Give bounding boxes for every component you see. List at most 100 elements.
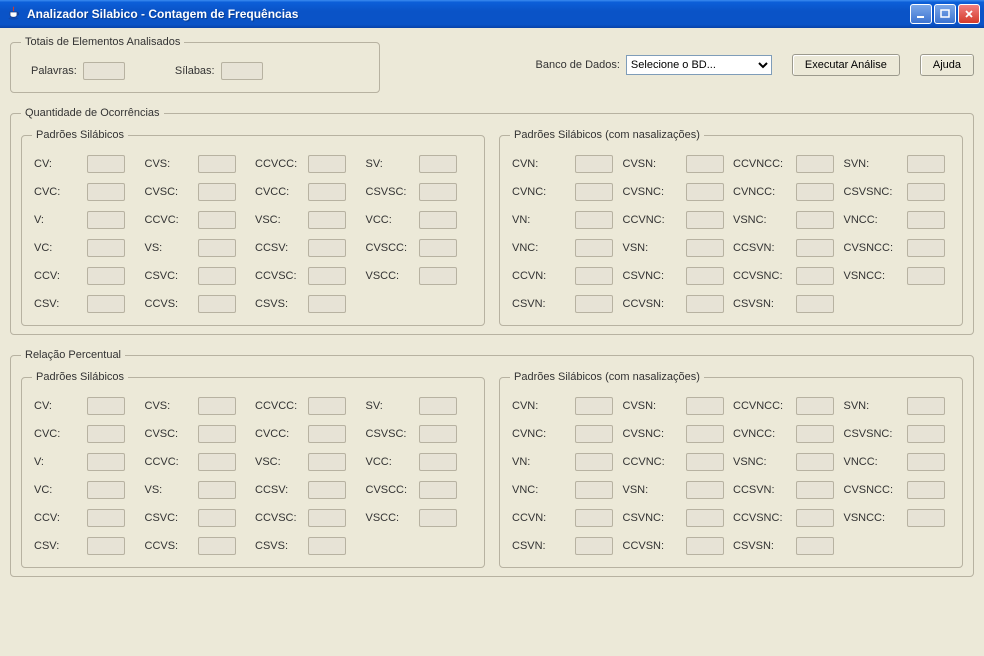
rel-patterns-panel: Padrões Silábicos CV:CVS:CCVCC:SV:CVC:CV…: [21, 371, 485, 568]
pattern-value: [87, 211, 125, 229]
pattern-label: CCVN:: [512, 512, 570, 524]
pattern-value: [686, 155, 724, 173]
pattern-label: VNCC:: [844, 456, 902, 468]
pattern-label: CSVN:: [512, 540, 570, 552]
pattern-value: [575, 509, 613, 527]
pattern-value: [575, 397, 613, 415]
palavras-label: Palavras:: [31, 65, 77, 77]
pattern-value: [419, 239, 457, 257]
pattern-label: CVC:: [34, 428, 82, 440]
pattern-label: CCVC:: [145, 214, 193, 226]
pattern-label: VSNC:: [733, 456, 791, 468]
pattern-value: [87, 295, 125, 313]
help-button[interactable]: Ajuda: [920, 54, 974, 76]
pattern-label: SVN:: [844, 400, 902, 412]
execute-button[interactable]: Executar Análise: [792, 54, 900, 76]
pattern-value: [796, 453, 834, 471]
pattern-value: [686, 509, 724, 527]
pattern-label: CSVC:: [145, 270, 193, 282]
pattern-value: [308, 267, 346, 285]
pattern-value: [796, 397, 834, 415]
pattern-value: [686, 183, 724, 201]
pattern-label: VSNCC:: [844, 512, 902, 524]
pattern-value: [686, 425, 724, 443]
pattern-label: CSVSNC:: [844, 186, 902, 198]
pattern-value: [419, 509, 457, 527]
occ-patterns-nasal-legend: Padrões Silábicos (com nasalizações): [510, 129, 704, 141]
pattern-value: [575, 537, 613, 555]
pattern-value: [686, 295, 724, 313]
java-cup-icon: [6, 6, 22, 22]
pattern-label: CCVNCC:: [733, 400, 791, 412]
pattern-label: CCVSN:: [623, 298, 681, 310]
pattern-label: CCVSN:: [623, 540, 681, 552]
occ-patterns-legend: Padrões Silábicos: [32, 129, 128, 141]
pattern-value: [198, 509, 236, 527]
pattern-value: [308, 211, 346, 229]
pattern-label: VCC:: [366, 456, 414, 468]
pattern-label: CSVSN:: [733, 540, 791, 552]
pattern-value: [575, 453, 613, 471]
pattern-value: [575, 267, 613, 285]
pattern-label: CCVSNC:: [733, 270, 791, 282]
pattern-value: [87, 267, 125, 285]
pattern-label: CSVSNC:: [844, 428, 902, 440]
pattern-value: [796, 295, 834, 313]
pattern-value: [308, 397, 346, 415]
pattern-label: VN:: [512, 456, 570, 468]
db-label: Banco de Dados:: [536, 59, 620, 71]
pattern-value: [87, 239, 125, 257]
pattern-label: V:: [34, 214, 82, 226]
pattern-label: CVCC:: [255, 428, 303, 440]
pattern-label: CVSC:: [145, 428, 193, 440]
percent-legend: Relação Percentual: [21, 349, 125, 361]
pattern-value: [419, 397, 457, 415]
pattern-label: CVNCC:: [733, 186, 791, 198]
pattern-value: [419, 453, 457, 471]
pattern-value: [907, 155, 945, 173]
percent-group: Relação Percentual Padrões Silábicos CV:…: [10, 349, 974, 577]
pattern-value: [575, 211, 613, 229]
pattern-label: VNC:: [512, 242, 570, 254]
pattern-value: [796, 239, 834, 257]
pattern-value: [907, 183, 945, 201]
pattern-label: CVS:: [145, 400, 193, 412]
close-button[interactable]: [958, 4, 980, 24]
pattern-value: [575, 155, 613, 173]
titlebar: Analizador Silabico - Contagem de Frequê…: [0, 0, 984, 28]
pattern-label: CCSV:: [255, 484, 303, 496]
pattern-label: CSVC:: [145, 512, 193, 524]
pattern-label: SV:: [366, 400, 414, 412]
pattern-value: [87, 537, 125, 555]
pattern-label: CSVNC:: [623, 512, 681, 524]
pattern-label: CSV:: [34, 298, 82, 310]
db-select[interactable]: Selecione o BD...: [626, 55, 772, 75]
pattern-label: VSNC:: [733, 214, 791, 226]
rel-patterns-nasal-legend: Padrões Silábicos (com nasalizações): [510, 371, 704, 383]
pattern-value: [198, 425, 236, 443]
pattern-label: V:: [34, 456, 82, 468]
pattern-label: VS:: [145, 242, 193, 254]
pattern-label: CSVSC:: [366, 186, 414, 198]
maximize-button[interactable]: [934, 4, 956, 24]
pattern-value: [686, 211, 724, 229]
minimize-button[interactable]: [910, 4, 932, 24]
pattern-value: [308, 481, 346, 499]
pattern-value: [198, 537, 236, 555]
pattern-label: SV:: [366, 158, 414, 170]
pattern-value: [575, 481, 613, 499]
pattern-label: CSVS:: [255, 540, 303, 552]
pattern-label: CVNC:: [512, 428, 570, 440]
pattern-value: [198, 481, 236, 499]
pattern-label: CVSC:: [145, 186, 193, 198]
rel-patterns-nasal-panel: Padrões Silábicos (com nasalizações) CVN…: [499, 371, 963, 568]
pattern-value: [907, 211, 945, 229]
occ-patterns-nasal-panel: Padrões Silábicos (com nasalizações) CVN…: [499, 129, 963, 326]
pattern-value: [796, 211, 834, 229]
pattern-value: [686, 397, 724, 415]
window-title: Analizador Silabico - Contagem de Frequê…: [27, 7, 910, 21]
pattern-value: [796, 425, 834, 443]
pattern-label: CV:: [34, 158, 82, 170]
window-controls: [910, 4, 980, 24]
pattern-value: [87, 155, 125, 173]
